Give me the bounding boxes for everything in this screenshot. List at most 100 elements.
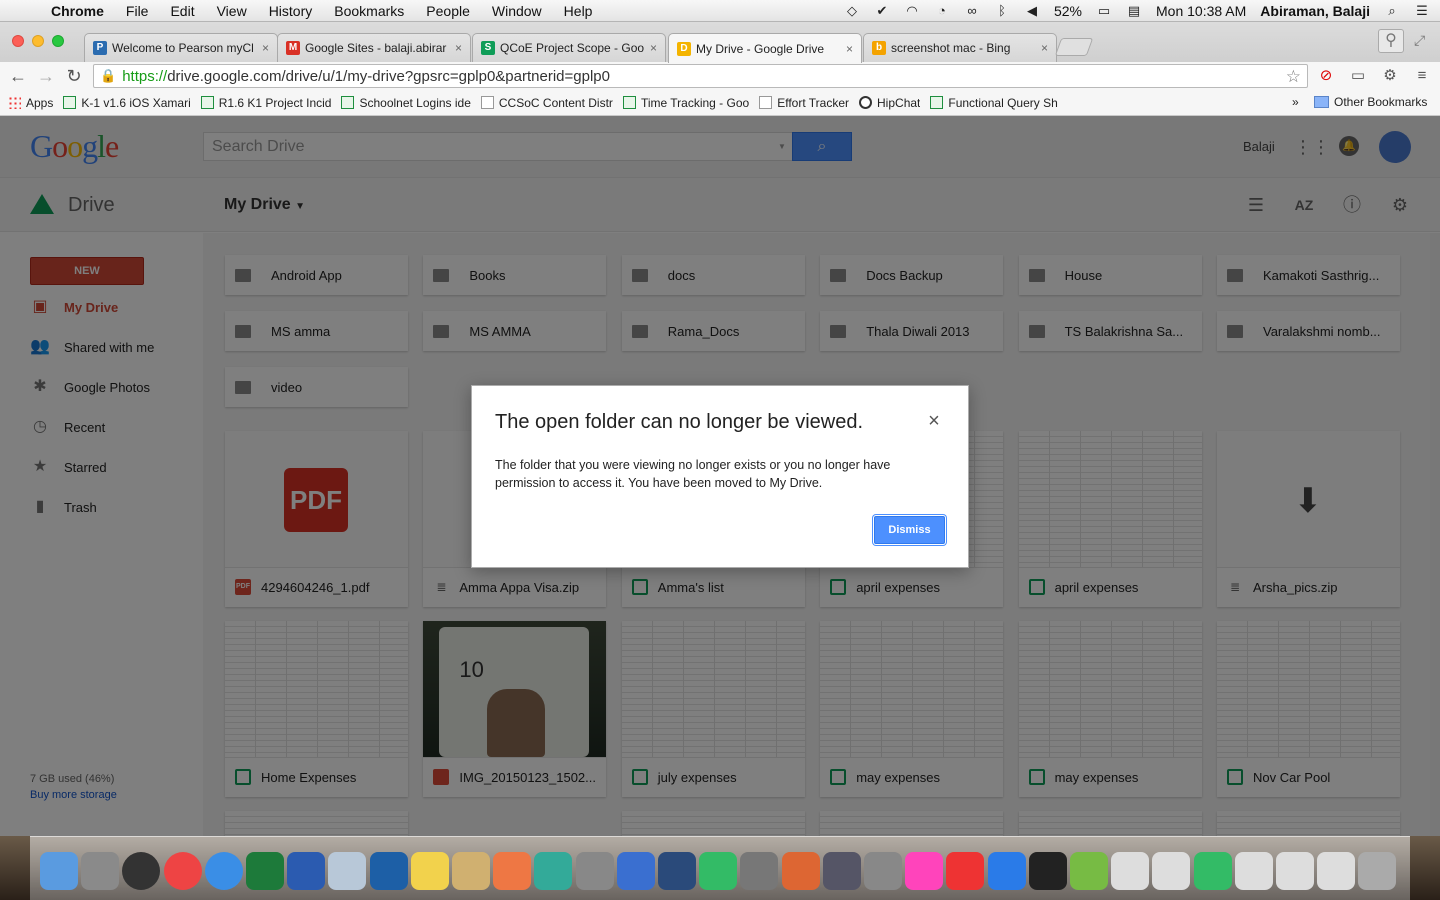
dialog-message: The folder that you were viewing no long… [495, 458, 891, 490]
dock-preview-icon[interactable] [328, 852, 367, 890]
dock-word-icon[interactable] [287, 852, 326, 890]
notification-center-icon[interactable]: ☰ [1414, 3, 1430, 18]
tab-1[interactable]: M Google Sites - balaji.abirar × [277, 33, 471, 62]
dock-window-3-icon[interactable] [1234, 852, 1273, 890]
dropbox-icon[interactable]: ◇ [844, 3, 860, 18]
bookmark-star-icon[interactable]: ☆ [1286, 67, 1301, 87]
dock-itunes-icon[interactable] [946, 852, 985, 890]
dock-chrome-icon[interactable] [163, 852, 202, 890]
dock-xcode-icon[interactable] [616, 852, 655, 890]
flag-icon[interactable]: ▤ [1126, 3, 1142, 18]
dock-window-4-icon[interactable] [1276, 852, 1314, 890]
dock-chat-icon[interactable] [369, 852, 408, 890]
adblock-icon[interactable]: ⊘ [1316, 66, 1336, 86]
menu-bookmarks[interactable]: Bookmarks [323, 3, 415, 19]
menu-file[interactable]: File [115, 3, 160, 19]
tab-title: screenshot mac - Bing [891, 41, 1011, 55]
cast-icon[interactable]: ▭ [1348, 66, 1368, 86]
battery-icon[interactable]: ▭ [1096, 3, 1112, 18]
tab-favicon-icon: S [481, 41, 495, 55]
dock-instruments-icon[interactable] [658, 852, 696, 890]
zoom-window-button[interactable] [52, 35, 64, 47]
dock-stickies-icon[interactable] [410, 852, 449, 890]
menu-help[interactable]: Help [553, 3, 604, 19]
tab-2[interactable]: S QCoE Project Scope - Goog × [472, 33, 666, 62]
menu-window[interactable]: Window [481, 3, 553, 19]
dock-tool-icon[interactable] [905, 852, 944, 890]
dock-window-5-icon[interactable] [1317, 852, 1356, 890]
dock-powerpoint-icon[interactable] [781, 852, 820, 890]
menu-view[interactable]: View [206, 3, 258, 19]
dock-teamviewer-icon[interactable] [987, 852, 1026, 890]
menu-history[interactable]: History [258, 3, 324, 19]
dock-android-icon[interactable] [1070, 852, 1108, 890]
bookmark-item[interactable]: HipChat [859, 96, 920, 110]
bookmarks-bar: Apps K-1 v1.6 iOS Xamari R1.6 K1 Project I… [0, 90, 1440, 116]
tab-close-icon[interactable]: × [650, 41, 657, 55]
bluetooth-icon[interactable]: ᛒ [994, 3, 1010, 18]
chrome-menu-icon[interactable]: ≡ [1412, 66, 1432, 86]
wifi-icon[interactable]: ◠ [904, 3, 920, 18]
bookmark-item[interactable]: Apps [8, 96, 53, 110]
bookmark-item[interactable]: K-1 v1.6 iOS Xamari [63, 95, 191, 110]
dock-network-icon[interactable] [534, 852, 573, 890]
bookmark-item[interactable]: Functional Query Sh [930, 96, 1058, 110]
extension-icon[interactable]: ⚙ [1380, 66, 1400, 86]
dock-camera-icon[interactable] [822, 852, 861, 890]
battery-percent[interactable]: 52% [1054, 3, 1082, 19]
dock-terminal-icon[interactable] [1028, 852, 1067, 890]
dock-system-preferences-icon[interactable] [575, 852, 614, 890]
tab-close-icon[interactable]: × [262, 41, 269, 55]
dock-crossover-icon[interactable] [493, 852, 532, 890]
back-arrow-icon[interactable]: ← [4, 66, 32, 87]
new-tab-button[interactable] [1054, 38, 1094, 56]
volume-icon[interactable]: ◀ [1024, 3, 1040, 18]
norton-icon[interactable]: ✔ [874, 3, 890, 18]
dock-fun-icon[interactable] [740, 852, 779, 890]
dock-trash-icon[interactable] [1358, 852, 1397, 890]
bookmark-item[interactable]: Schoolnet Logins ide [341, 96, 471, 110]
other-bookmarks[interactable]: Other Bookmarks [1314, 95, 1427, 109]
dock-safari-icon[interactable] [204, 852, 243, 890]
dock-finder-icon[interactable] [40, 852, 78, 890]
tab-close-icon[interactable]: × [1041, 41, 1048, 55]
binoculars-icon[interactable]: ∞ [964, 3, 980, 18]
close-icon[interactable]: × [924, 410, 944, 433]
tab-title: Welcome to Pearson myCl [112, 41, 254, 55]
app-menu[interactable]: Chrome [40, 3, 115, 19]
dismiss-button[interactable]: Dismiss [874, 516, 945, 544]
dock-excel-icon[interactable] [246, 852, 284, 890]
browser-toolbar: ← → ↻ 🔒 https:// drive.google.com/drive/… [0, 62, 1440, 90]
forward-arrow-icon[interactable]: → [32, 66, 60, 87]
close-window-button[interactable] [12, 35, 24, 47]
bookmark-item[interactable]: Effort Tracker [759, 96, 849, 110]
reload-icon[interactable]: ↻ [60, 66, 88, 87]
dock-launchpad-icon[interactable] [81, 852, 120, 890]
profile-icon[interactable]: ⚲ [1378, 29, 1404, 53]
tab-0[interactable]: P Welcome to Pearson myCl × [84, 33, 278, 62]
user-menu[interactable]: Abiraman, Balaji [1260, 3, 1370, 19]
dock-database-icon[interactable] [864, 852, 902, 890]
address-bar[interactable]: 🔒 https:// drive.google.com/drive/u/1/my… [93, 64, 1308, 88]
clock[interactable]: Mon 10:38 AM [1156, 3, 1246, 19]
tab-4[interactable]: b screenshot mac - Bing × [863, 33, 1057, 62]
dock-window-1-icon[interactable] [1111, 852, 1150, 890]
dock-window-2-icon[interactable] [1152, 852, 1191, 890]
bookmark-label: K-1 v1.6 iOS Xamari [81, 95, 191, 110]
bookmarks-overflow[interactable]: » [1292, 95, 1299, 109]
dock-sync-icon[interactable] [699, 852, 738, 890]
dock-photos-icon[interactable] [452, 852, 490, 890]
dock-sync-2-icon[interactable] [1193, 852, 1232, 890]
tab-close-icon[interactable]: × [846, 42, 853, 56]
minimize-window-button[interactable] [32, 35, 44, 47]
tab-close-icon[interactable]: × [455, 41, 462, 55]
menu-edit[interactable]: Edit [159, 3, 205, 19]
time-machine-icon[interactable]: ◔ [934, 3, 950, 18]
bookmark-item[interactable]: R1.6 K1 Project Incid [200, 96, 331, 110]
fullscreen-icon[interactable]: ⤢ [1414, 32, 1425, 49]
menu-people[interactable]: People [415, 3, 481, 19]
bookmark-item[interactable]: CCSoC Content Distr [480, 96, 613, 110]
tab-3[interactable]: D My Drive - Google Drive × [668, 33, 862, 63]
spotlight-icon[interactable]: ⌕ [1384, 3, 1400, 18]
bookmark-item[interactable]: Time Tracking - Goo [622, 96, 749, 110]
